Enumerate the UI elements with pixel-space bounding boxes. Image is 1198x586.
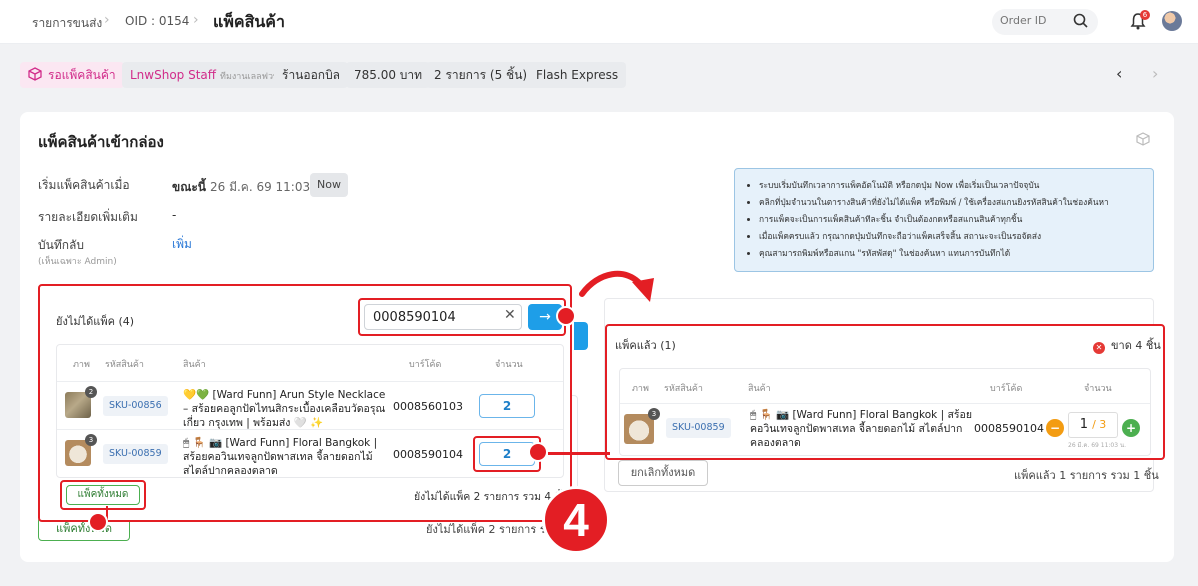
staff-role: ทีมงานเลลฟวท์ xyxy=(220,72,279,82)
order-search[interactable] xyxy=(992,9,1098,35)
breadcrumb-order-id[interactable]: OID : 0154 xyxy=(125,14,189,28)
shortage-text: ขาด 4 ชิ้น xyxy=(1111,339,1161,352)
scan-search-highlight: ✕ → xyxy=(358,298,566,336)
packed-panel: แพ็คแล้ว (1) ✕ ขาด 4 ชิ้น ภาพ รหัสสินค้า … xyxy=(605,324,1165,460)
col-image: ภาพ xyxy=(632,384,649,394)
col-image: ภาพ xyxy=(73,360,90,370)
status-badge: รอแพ็คสินค้า xyxy=(20,62,124,88)
next-order-button[interactable]: › xyxy=(1152,64,1158,83)
table-row: 3 SKU-00859 🖱 🪑 📷 [Ward Funn] Floral Ban… xyxy=(620,403,1150,455)
scan-search-input[interactable] xyxy=(364,304,522,330)
search-icon xyxy=(1073,13,1088,28)
shortage-status: ✕ ขาด 4 ชิ้น xyxy=(1093,336,1161,354)
packed-qty-field[interactable]: 1 / 3 xyxy=(1068,412,1118,438)
sku-tag: SKU-00856 xyxy=(103,396,168,416)
annotation-dot xyxy=(528,442,548,462)
product-name: 🖱 🪑 📷 [Ward Funn] Floral Bangkok | สร้อย… xyxy=(750,409,972,449)
arrow-right-icon: → xyxy=(539,309,551,325)
col-product: สินค้า xyxy=(748,384,771,394)
annotation-connector xyxy=(548,452,610,455)
col-product: สินค้า xyxy=(183,360,206,370)
top-bar: รายการขนส่ง › OID : 0154 › แพ็คสินค้า 6 xyxy=(0,0,1198,44)
amount-chip: 785.00 บาท xyxy=(346,62,431,88)
pack-all-highlight: แพ็คทั้งหมด xyxy=(60,480,146,510)
cancel-all-button[interactable]: ยกเลิกทั้งหมด xyxy=(618,460,708,486)
now-button[interactable]: Now xyxy=(310,173,348,197)
packed-title: แพ็คแล้ว (1) xyxy=(615,339,676,352)
qty-badge: 3 xyxy=(85,434,97,446)
note-label: บันทึกลับ xyxy=(38,238,84,252)
instruction-item: คลิกที่ปุ่มจำนวนในตารางสินค้าที่ยังไม่ได… xyxy=(759,194,1139,211)
annotation-dot xyxy=(556,306,576,326)
packed-time: 26 มี.ค. 69 11:03 น. xyxy=(1068,442,1126,449)
details-value: - xyxy=(172,208,177,222)
barcode: 0008590104 xyxy=(974,422,1044,435)
unpacked-table: ภาพ รหัสสินค้า สินค้า บาร์โค้ด จำนวน 2 S… xyxy=(56,344,564,478)
unpacked-title: ยังไม่ได้แพ็ค (4) xyxy=(56,315,135,328)
order-search-input[interactable] xyxy=(1000,14,1070,27)
col-barcode: บาร์โค้ด xyxy=(990,384,1023,394)
error-icon: ✕ xyxy=(1093,342,1105,354)
annotation-dot xyxy=(88,512,108,532)
decrease-button[interactable]: − xyxy=(1046,419,1064,437)
bill-chip: ร้านออกบิล xyxy=(274,62,349,88)
staff-name: LnwShop Staff xyxy=(130,68,217,82)
unpacked-panel: ยังไม่ได้แพ็ค (4) ✕ → ภาพ รหัสสินค้า สิน… xyxy=(38,284,572,522)
packed-table: ภาพ รหัสสินค้า สินค้า บาร์โค้ด จำนวน 3 S… xyxy=(619,368,1151,456)
underlying-go-button xyxy=(574,322,588,350)
shipping-chip: Flash Express xyxy=(528,62,627,88)
qty-button[interactable]: 2 xyxy=(479,394,535,418)
prev-order-button[interactable]: ‹ xyxy=(1116,64,1122,83)
instruction-item: คุณสามารถพิมพ์หรือสแกน "รหัสพัสดุ" ในช่อ… xyxy=(759,245,1139,262)
items-chip: 2 รายการ (5 ชิ้น) xyxy=(426,62,536,88)
product-name: 💛💚 [Ward Funn] Arun Style Necklace – สร้… xyxy=(183,389,386,429)
breadcrumb-separator: › xyxy=(193,12,199,28)
qty-badge: 3 xyxy=(648,408,660,420)
barcode: 0008590104 xyxy=(393,448,463,461)
pack-all-button[interactable]: แพ็คทั้งหมด xyxy=(66,485,140,505)
card-title: แพ็คสินค้าเข้ากล่อง xyxy=(38,133,164,151)
product-name: 🖱 🪑 📷 [Ward Funn] Floral Bangkok | สร้อย… xyxy=(183,437,378,477)
curved-arrow-annotation xyxy=(579,270,654,302)
details-label: รายละเอียดเพิ่มเติม xyxy=(38,210,138,224)
notification-badge: 6 xyxy=(1140,10,1150,20)
step-number-badge: 4 xyxy=(542,486,610,554)
instruction-item: ระบบเริ่มบันทึกเวลาการแพ็คอัตโนมัติ หรือ… xyxy=(759,177,1139,194)
add-note-link[interactable]: เพิ่ม xyxy=(172,235,192,254)
package-icon xyxy=(1136,132,1150,146)
qty-badge: 2 xyxy=(85,386,97,398)
col-sku: รหัสสินค้า xyxy=(664,384,703,394)
page-title: แพ็คสินค้า xyxy=(213,12,285,31)
packed-qty-total: / 3 xyxy=(1092,418,1107,431)
staff-chip: LnwShop Staff ทีมงานเลลฟวท์ xyxy=(122,62,287,88)
col-sku: รหัสสินค้า xyxy=(105,360,144,370)
sku-tag: SKU-00859 xyxy=(666,418,731,438)
col-qty: จำนวน xyxy=(495,360,523,370)
sku-tag: SKU-00859 xyxy=(103,444,168,464)
breadcrumb-separator: › xyxy=(104,12,110,28)
breadcrumb-shipping-list[interactable]: รายการขนส่ง xyxy=(32,14,102,33)
instructions-box: ระบบเริ่มบันทึกเวลาการแพ็คอัตโนมัติ หรือ… xyxy=(734,168,1154,272)
barcode: 0008560103 xyxy=(393,400,463,413)
note-sub: (เห็นเฉพาะ Admin) xyxy=(38,257,117,267)
clear-icon[interactable]: ✕ xyxy=(504,307,516,323)
increase-button[interactable]: + xyxy=(1122,419,1140,437)
packed-qty: 1 xyxy=(1079,417,1088,432)
instruction-item: เมื่อแพ็คครบแล้ว กรุณากดปุ่มบันทึกจะถือว… xyxy=(759,228,1139,245)
box-icon xyxy=(28,67,42,81)
start-label: เริ่มแพ็คสินค้าเมื่อ xyxy=(38,178,130,192)
table-row: 3 SKU-00859 🖱 🪑 📷 [Ward Funn] Floral Ban… xyxy=(57,429,563,477)
instruction-item: การแพ็คจะเป็นการแพ็คสินค้าทีละชิ้น จำเป็… xyxy=(759,211,1139,228)
table-row: 2 SKU-00856 💛💚 [Ward Funn] Arun Style Ne… xyxy=(57,381,563,429)
avatar[interactable] xyxy=(1162,11,1182,31)
start-now: ขณะนี้ xyxy=(172,180,206,194)
start-value: ขณะนี้ 26 มี.ค. 69 11:03 น. xyxy=(172,178,326,197)
packed-summary: แพ็คแล้ว 1 รายการ รวม 1 ชิ้น xyxy=(1014,469,1159,482)
col-barcode: บาร์โค้ด xyxy=(409,360,442,370)
col-qty: จำนวน xyxy=(1084,384,1112,394)
start-date: 26 มี.ค. 69 11:03 น. xyxy=(209,180,326,194)
status-text: รอแพ็คสินค้า xyxy=(48,68,116,82)
